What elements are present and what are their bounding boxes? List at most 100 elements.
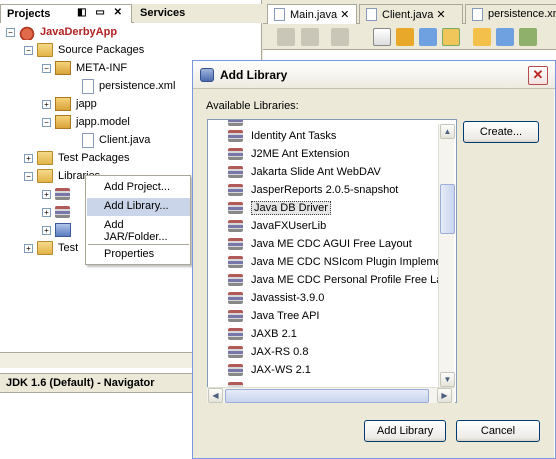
menu-item-add-project[interactable]: Add Project... (87, 179, 190, 197)
menu-item-properties[interactable]: Properties (87, 246, 190, 264)
expand-icon[interactable]: + (42, 189, 51, 199)
library-icon (228, 120, 243, 126)
library-icon (228, 346, 243, 358)
list-item[interactable]: Identity Ant Tasks (228, 127, 336, 145)
scroll-thumb[interactable] (225, 389, 429, 403)
menu-item-add-library[interactable]: Add Library... (87, 198, 190, 216)
list-item-label: JAXB 2.1 (251, 328, 297, 340)
menu-separator (88, 244, 189, 245)
tree-item-japp-model[interactable]: − japp.model (42, 113, 130, 131)
folder-icon (37, 169, 53, 183)
folder-icon (37, 241, 53, 255)
list-item[interactable]: Java ME CDC NSIcom Plugin Implement (228, 253, 451, 271)
list-item-label: Java Tree API (251, 310, 320, 322)
tree-item-client-java[interactable]: Client.java (82, 131, 150, 149)
list-item[interactable]: Jakarta Slide Ant WebDAV (228, 163, 381, 181)
collapse-icon[interactable]: − (6, 27, 15, 37)
tree-item-test-packages[interactable]: + Test Packages (24, 149, 130, 167)
list-vertical-scrollbar[interactable]: ▲ ▼ (438, 124, 455, 388)
expand-icon[interactable]: + (24, 153, 33, 163)
list-item[interactable]: JAX-WS 2.1 (228, 361, 311, 379)
shift-down-icon[interactable] (496, 28, 514, 46)
package-icon (55, 97, 71, 111)
list-item-label: JasperReports 2.0.5-snapshot (251, 184, 399, 196)
dialog-app-icon (200, 68, 214, 82)
navigator-title: JDK 1.6 (Default) - Navigator (6, 377, 155, 389)
list-item[interactable]: Java ME CDC Personal Profile Free Lay (228, 271, 448, 289)
list-item-label: Java ME CDC NSIcom Plugin Implement (251, 256, 451, 268)
tab-projects[interactable]: Projects ◧ ▭ ✕ (0, 4, 132, 23)
tree-item-persistence-xml[interactable]: persistence.xml (82, 77, 175, 95)
macro-icon[interactable] (519, 28, 537, 46)
history-icon[interactable] (331, 28, 349, 46)
forward-icon[interactable] (301, 28, 319, 46)
scroll-left-icon[interactable]: ◀ (208, 388, 223, 403)
library-icon (228, 202, 243, 214)
tab-projects-label: Projects (7, 8, 51, 20)
library-icon (228, 310, 243, 322)
scroll-right-icon[interactable]: ▶ (437, 388, 452, 403)
create-button[interactable]: Create... (463, 121, 539, 143)
list-horizontal-scrollbar[interactable]: ◀ ▶ (207, 387, 455, 403)
tab-client-java[interactable]: Client.java ✕ (359, 4, 463, 24)
library-icon (228, 184, 243, 196)
expand-icon[interactable]: + (42, 225, 51, 235)
list-item[interactable]: Java ME CDC AGUI Free Layout (228, 235, 412, 253)
list-item[interactable]: JavaFXUserLib (228, 217, 326, 235)
toggle-highlight-icon[interactable] (442, 28, 460, 46)
tree-item-project[interactable]: − JavaDerbyApp (6, 23, 117, 41)
tab-label: Client.java (382, 9, 434, 21)
tab-main-java[interactable]: Main.java ✕ (267, 4, 357, 24)
tree-item-lib-2[interactable]: + (42, 203, 75, 221)
list-item[interactable]: J2ME Ant Extension (228, 145, 349, 163)
collapse-icon[interactable]: − (24, 171, 33, 181)
tree-label: Client.java (99, 134, 151, 146)
library-icon (228, 364, 243, 376)
tree-label: Test Packages (58, 152, 130, 164)
library-icon (55, 206, 70, 218)
list-item-label: Jakarta Slide Ant WebDAV (251, 166, 381, 178)
java-file-icon (366, 8, 377, 21)
list-item[interactable]: JAX-RS 0.8 (228, 343, 308, 361)
tree-item-test-libraries[interactable]: + Test (24, 239, 78, 257)
menu-item-add-jar-folder[interactable]: Add JAR/Folder... (87, 217, 190, 243)
scroll-down-icon[interactable]: ▼ (440, 372, 455, 387)
close-icon[interactable]: ✕ (436, 9, 445, 21)
list-item-label: JavaFXUserLib (251, 220, 327, 232)
cancel-button[interactable]: Cancel (456, 420, 540, 442)
list-item-label: Java DB Driver (251, 201, 331, 215)
list-item[interactable]: Javassist-3.9.0 (228, 289, 324, 307)
list-item-selected[interactable]: Java DB Driver (228, 199, 331, 217)
tree-item-japp[interactable]: + japp (42, 95, 97, 113)
collapse-icon[interactable]: − (42, 63, 51, 73)
expand-icon[interactable]: + (42, 99, 51, 109)
tab-controls-icon[interactable]: ◧ ▭ ✕ (77, 7, 125, 18)
shift-up-icon[interactable] (473, 28, 491, 46)
list-item[interactable]: JAXB 2.1 (228, 325, 297, 343)
libraries-list[interactable]: Identity Ant Tasks J2ME Ant Extension Ja… (207, 119, 457, 403)
list-item[interactable]: Java Tree API (228, 307, 319, 325)
xml-file-icon (82, 78, 94, 94)
expand-icon[interactable]: + (24, 243, 33, 253)
collapse-icon[interactable]: − (42, 117, 51, 127)
close-icon[interactable]: ✕ (340, 9, 349, 21)
tab-services[interactable]: Services (134, 4, 262, 23)
tree-item-source-packages[interactable]: − Source Packages (24, 41, 144, 59)
find-next-icon[interactable] (419, 28, 437, 46)
list-item[interactable]: JasperReports 2.0.5-snapshot (228, 181, 398, 199)
find-icon[interactable] (373, 28, 391, 46)
tab-persistence-xml[interactable]: persistence.xm (465, 4, 556, 24)
list-item-label: Identity Ant Tasks (251, 130, 337, 142)
library-icon (228, 328, 243, 340)
back-icon[interactable] (277, 28, 295, 46)
find-prev-icon[interactable] (396, 28, 414, 46)
tree-item-meta-inf[interactable]: − META-INF (42, 59, 127, 77)
add-library-button[interactable]: Add Library (364, 420, 446, 442)
close-icon[interactable]: ✕ (528, 66, 548, 85)
tree-item-lib-1[interactable]: + (42, 185, 75, 203)
collapse-icon[interactable]: − (24, 45, 33, 55)
tree-item-jdk[interactable]: + (42, 221, 76, 239)
scroll-thumb[interactable] (440, 184, 455, 234)
scroll-up-icon[interactable]: ▲ (440, 124, 455, 139)
expand-icon[interactable]: + (42, 207, 51, 217)
